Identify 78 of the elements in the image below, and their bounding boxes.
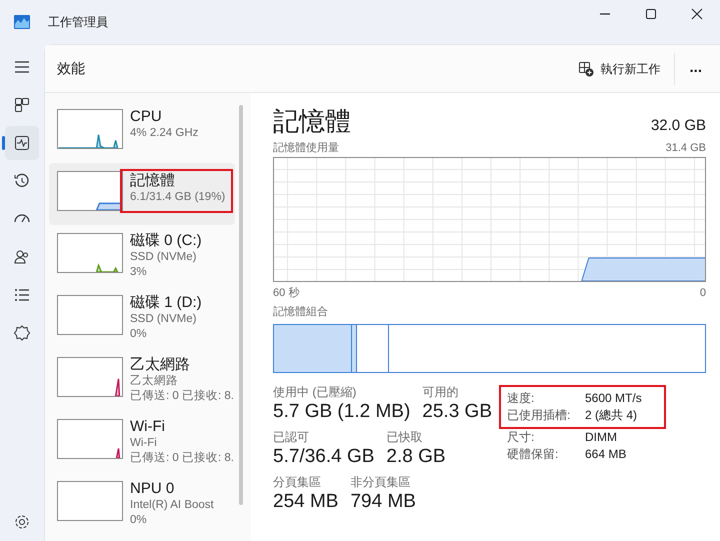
spec-value: 664 MB <box>585 446 626 462</box>
usage-graph <box>57 481 123 521</box>
maximize-icon <box>643 6 659 21</box>
spec-value: 5600 MT/s <box>585 390 642 406</box>
device-name: CPU <box>130 107 163 126</box>
settings-icon <box>13 513 31 531</box>
detail-title: 記憶體 <box>273 105 351 137</box>
usage-graph <box>57 171 123 211</box>
device-info: 已傳送: 0 已接收: 8. <box>130 451 234 466</box>
device-name: 磁碟 1 (D:) <box>130 293 202 312</box>
new-task-icon <box>578 60 594 76</box>
device-name: NPU 0 <box>130 479 176 498</box>
device-item[interactable]: Wi-Fi Wi-Fi 已傳送: 0 已接收: 8. <box>49 411 235 473</box>
stat-value: 5.7/36.4 GB <box>273 444 374 468</box>
nav-button[interactable] <box>5 126 39 160</box>
device-info: 3% <box>130 265 148 280</box>
window-title: 工作管理員 <box>48 14 108 31</box>
minimize-icon <box>600 12 610 15</box>
stat-value: 794 MB <box>350 490 416 514</box>
history-icon <box>13 172 31 190</box>
device-name: Wi-Fi <box>130 417 166 436</box>
device-info: SSD (NVMe) <box>130 312 198 327</box>
spec-label: 尺寸: <box>507 428 536 446</box>
stat-label: 已認可 <box>273 430 310 444</box>
device-item[interactable]: NPU 0 Intel(R) AI Boost 0% <box>49 473 235 535</box>
device-info: 乙太網路 <box>130 374 179 389</box>
app-icon <box>14 15 30 29</box>
puzzle-icon <box>13 324 31 342</box>
spec-value: DIMM <box>585 428 617 446</box>
device-item[interactable]: 磁碟 0 (C:) SSD (NVMe) 3% <box>49 225 235 287</box>
scrollbar[interactable] <box>239 105 243 505</box>
device-info: 4% 2.24 GHz <box>130 126 198 141</box>
device-info: 已傳送: 0 已接收: 8. <box>130 389 234 404</box>
close-icon <box>689 6 705 21</box>
usage-graph <box>57 357 123 397</box>
usage-graph <box>57 419 123 459</box>
total-memory: 32.0 GB <box>650 116 706 136</box>
stat-value: 25.3 GB <box>422 400 492 424</box>
more-button[interactable]: ... <box>683 53 708 84</box>
device-item[interactable]: 記憶體 6.1/31.4 GB (19%) <box>49 163 235 225</box>
device-item[interactable]: 乙太網路 乙太網路 已傳送: 0 已接收: 8. <box>49 349 235 411</box>
device-info: 0% <box>130 327 148 342</box>
usage-graph <box>57 295 123 335</box>
users-icon <box>13 248 31 266</box>
stat-label: 可用的 <box>422 384 460 400</box>
device-name: 乙太網路 <box>130 355 191 374</box>
device-name: 記憶體 <box>130 171 176 190</box>
device-name: 磁碟 0 (C:) <box>130 231 202 250</box>
stat-value: 254 MB <box>273 490 338 514</box>
stat-label: 分頁集區 <box>273 474 322 490</box>
spec-label: 硬體保留: <box>507 446 560 462</box>
device-info: Intel(R) AI Boost <box>130 498 214 513</box>
spec-value: 2 (總共 4) <box>585 406 638 424</box>
spec-label: 速度: <box>507 390 536 406</box>
usage-graph <box>57 109 123 149</box>
list-icon <box>13 286 31 304</box>
stat-label: 使用中 (已壓縮) <box>273 384 358 400</box>
device-info: 6.1/31.4 GB (19%) <box>130 190 226 205</box>
run-task-button[interactable]: 執行新工作 <box>572 56 666 82</box>
device-item[interactable]: 磁碟 1 (D:) SSD (NVMe) 0% <box>49 287 235 349</box>
spec-label: 已使用插槽: <box>507 406 572 424</box>
dashboard-icon <box>13 96 31 114</box>
stat-label: 已快取 <box>386 430 424 444</box>
stat-value: 5.7 GB (1.2 MB) <box>273 400 410 424</box>
device-info: 0% <box>130 513 148 528</box>
chart-label: 記憶體使用量 <box>273 141 339 156</box>
stat-value: 2.8 GB <box>386 444 446 468</box>
chart-max-label: 31.4 GB <box>666 141 706 156</box>
page-title: 效能 <box>57 59 85 78</box>
composition-label: 記憶體組合 <box>273 305 329 320</box>
pulse-icon <box>13 134 31 152</box>
device-info: Wi-Fi <box>130 436 158 451</box>
stat-label: 非分頁集區 <box>350 474 412 490</box>
axis-label: 60 秒 <box>273 286 300 300</box>
usage-graph <box>57 233 123 273</box>
axis-label: 0 <box>700 286 706 300</box>
device-item[interactable]: CPU 4% 2.24 GHz <box>49 101 235 163</box>
device-info: SSD (NVMe) <box>130 250 198 265</box>
